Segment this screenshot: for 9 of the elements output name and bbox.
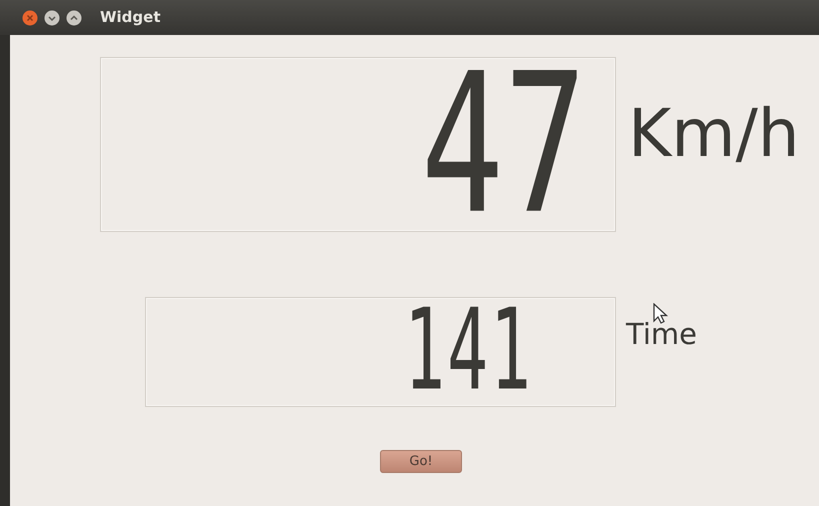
- window-title: Widget: [100, 7, 161, 28]
- unit-label: Time: [626, 320, 697, 349]
- close-icon[interactable]: [22, 10, 38, 26]
- maximize-icon[interactable]: [66, 10, 82, 26]
- go-button[interactable]: Go!: [380, 450, 462, 473]
- lcd-number: 47: [420, 58, 587, 231]
- lcd-number: 141: [404, 298, 533, 406]
- minimize-icon[interactable]: [44, 10, 60, 26]
- unit-label: Km/h: [628, 94, 800, 174]
